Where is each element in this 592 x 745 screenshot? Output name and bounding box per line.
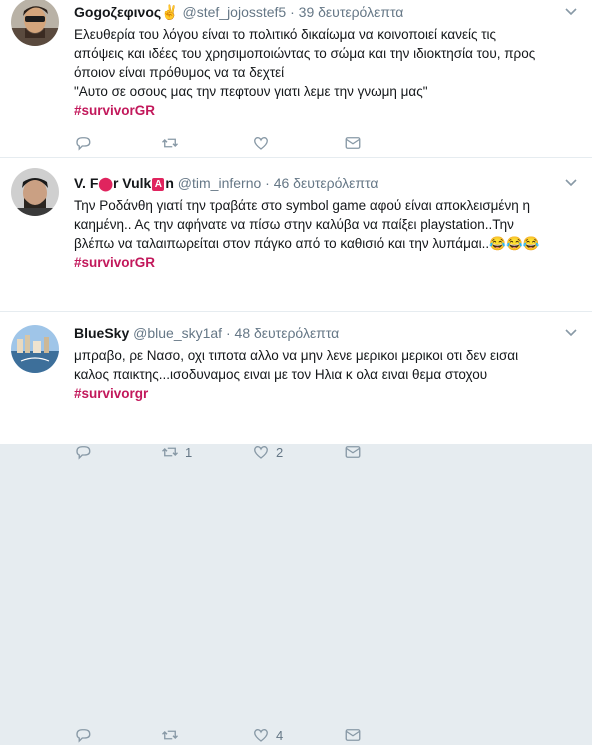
chevron-down-icon[interactable]: [564, 175, 578, 189]
retweet-icon: [162, 138, 178, 148]
message-icon: [345, 137, 361, 149]
like-icon: [254, 446, 268, 459]
tweet-text: μπραβο, ρε Νασο, οχι τιποτα αλλο να μην …: [74, 346, 579, 403]
victory-hand-icon: ✌: [161, 4, 179, 20]
retweet-count: 1: [185, 444, 193, 460]
tweet-card[interactable]: V. F⬤r Vulk An @tim_inferno · 46 δευτερόλ…: [0, 158, 592, 460]
display-name[interactable]: Gogoζεφινος: [74, 4, 161, 20]
timeline: Gogoζεφινος✌ @stef_jojosstef5 · 39 δευτε…: [0, 0, 592, 743]
tweet-text-line: όποιον είναι πρόθυμος να τα δεχτεί: [74, 65, 285, 80]
reply-button[interactable]: [74, 442, 92, 462]
hashtag-link[interactable]: #survivorGR: [74, 103, 155, 118]
timestamp[interactable]: 46 δευτερόλεπτα: [274, 175, 379, 191]
tweet-text-line: καλος παικτης...ισοδυναμος ειναι με τον …: [74, 367, 488, 382]
username[interactable]: @tim_inferno: [178, 175, 261, 191]
retweet-button[interactable]: [161, 725, 185, 745]
hashtag-link[interactable]: #survivorgr: [74, 386, 148, 401]
tweet-actions: 1 2: [74, 442, 474, 462]
display-name-part: n: [165, 175, 174, 191]
like-icon: [254, 729, 268, 742]
tweet-card[interactable]: BlueSky @blue_sky1af · 48 δευτερόλεπτα μ…: [0, 312, 592, 743]
direct-message-button[interactable]: [344, 725, 362, 745]
laughing-emoji-icons: 😂😂😂: [489, 236, 540, 251]
timestamp[interactable]: 48 δευτερόλεπτα: [235, 325, 340, 341]
display-name[interactable]: BlueSky: [74, 325, 129, 341]
tweet-actions: [74, 133, 474, 153]
tweet-text-line: καημένη.. Ας την αφήνατε να πίσω στην κα…: [74, 217, 514, 232]
reply-icon: [76, 729, 91, 743]
reply-button[interactable]: [74, 133, 92, 153]
like-button[interactable]: 4: [252, 725, 283, 745]
tweet-text-line: Ελευθερία του λόγου είναι το πολιτικό δι…: [74, 27, 497, 42]
tweet-text-line: απόψεις και ιδέες του χρησιμοποιώντας το…: [74, 46, 536, 61]
display-name[interactable]: V. F⬤r Vulk An: [74, 175, 174, 191]
separator-dot: ·: [265, 175, 270, 191]
avatar[interactable]: [11, 0, 59, 46]
tweet-text: Ελευθερία του λόγου είναι το πολιτικό δι…: [74, 25, 579, 120]
reply-icon: [76, 446, 91, 460]
message-icon: [345, 446, 361, 458]
retweet-icon: [162, 447, 178, 457]
tweet-header: Gogoζεφινος✌ @stef_jojosstef5 · 39 δευτε…: [74, 4, 403, 21]
direct-message-button[interactable]: [344, 442, 362, 462]
like-button[interactable]: 2: [252, 442, 283, 462]
like-count: 2: [276, 444, 284, 460]
chevron-down-icon[interactable]: [564, 325, 578, 339]
avatar[interactable]: [11, 168, 59, 216]
display-name-part: r Vulk: [112, 175, 152, 191]
retweet-icon: [162, 730, 178, 740]
retweet-button[interactable]: [161, 133, 185, 153]
tweet-text: Την Ροδάνθη γιατί την τραβάτε στο symbol…: [74, 196, 579, 272]
tweet-card[interactable]: Gogoζεφινος✌ @stef_jojosstef5 · 39 δευτε…: [0, 0, 592, 158]
a-button-icon: A: [152, 178, 165, 191]
tweet-text-line: βλέπω να ταλαιπωρείται στον πάγκο από το…: [74, 236, 490, 251]
hashtag-link[interactable]: #survivorGR: [74, 255, 155, 270]
tweet-text-line: "Αυτο σε οσους μας την πεφτουν γιατι λεμ…: [74, 84, 428, 99]
like-button[interactable]: [252, 133, 276, 153]
message-icon: [345, 729, 361, 741]
tweet-text-line: μπραβο, ρε Νασο, οχι τιποτα αλλο να μην …: [74, 348, 519, 363]
reply-icon: [76, 137, 91, 151]
timestamp[interactable]: 39 δευτερόλεπτα: [299, 4, 404, 20]
separator-dot: ·: [225, 325, 231, 341]
direct-message-button[interactable]: [344, 133, 362, 153]
avatar[interactable]: [11, 325, 59, 373]
reply-button[interactable]: [74, 725, 92, 745]
red-circle-o-icon: ⬤: [98, 176, 113, 191]
retweet-button[interactable]: 1: [161, 442, 192, 462]
tweet-text-line: Την Ροδάνθη γιατί την τραβάτε στο symbol…: [74, 198, 530, 213]
username[interactable]: @blue_sky1af: [133, 325, 222, 341]
like-count: 4: [276, 727, 284, 743]
chevron-down-icon[interactable]: [564, 4, 578, 18]
username[interactable]: @stef_jojosstef5: [183, 4, 287, 20]
tweet-actions: 4: [74, 725, 474, 745]
tweet-header: V. F⬤r Vulk An @tim_inferno · 46 δευτερόλ…: [74, 175, 378, 192]
like-icon: [254, 137, 268, 150]
tweet-header: BlueSky @blue_sky1af · 48 δευτερόλεπτα: [74, 325, 339, 341]
separator-dot: ·: [290, 4, 295, 20]
display-name-part: V. F: [74, 175, 99, 191]
